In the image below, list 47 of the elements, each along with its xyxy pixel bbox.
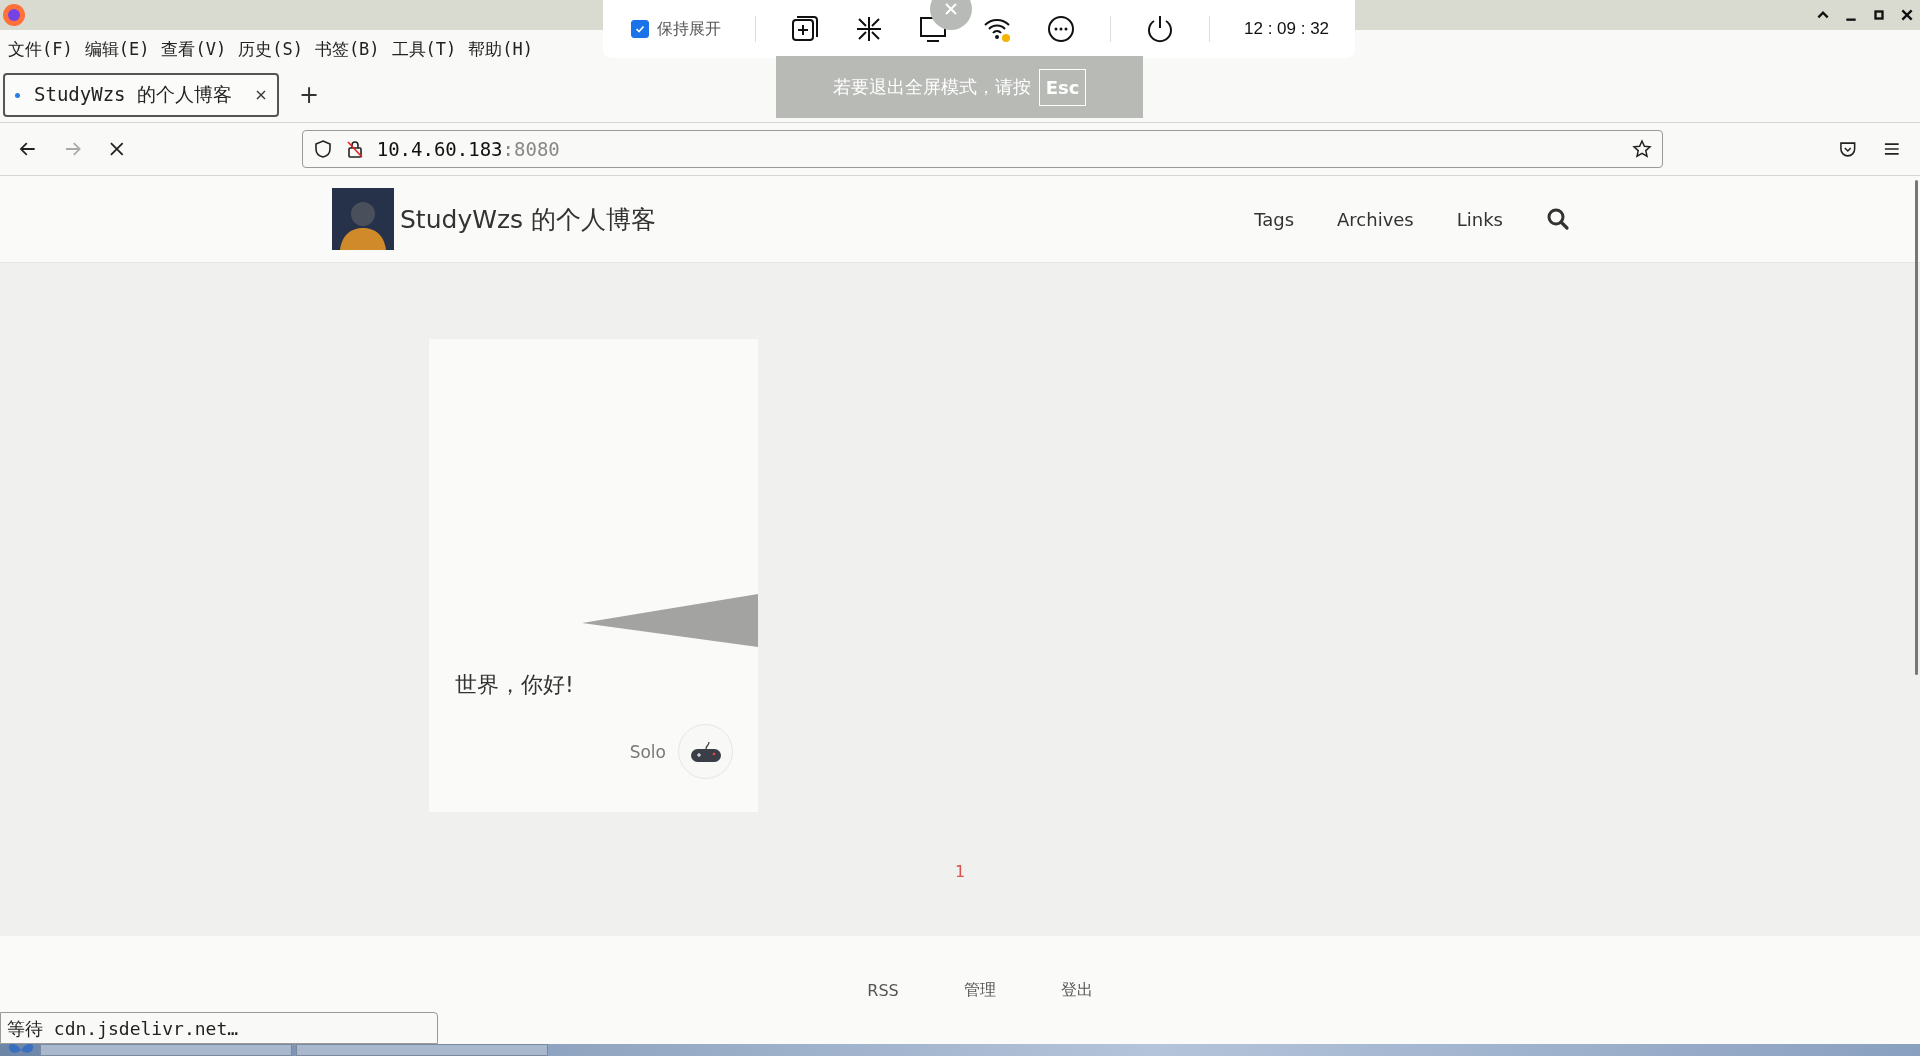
menu-item[interactable]: 帮助(H) [468, 37, 534, 61]
insecure-lock-icon [344, 139, 365, 159]
browser-tab[interactable]: StudyWzs 的个人博客 [3, 73, 279, 117]
close-icon [943, 1, 959, 17]
gamepad-icon [689, 740, 722, 763]
address-bar[interactable]: 10.4.60.183:8080 [301, 130, 1663, 168]
shield-icon [312, 139, 333, 159]
menu-item[interactable]: 编辑(E) [84, 37, 150, 61]
footer-link[interactable]: 登出 [1060, 979, 1093, 1001]
menu-item[interactable]: 历史(S) [238, 37, 303, 61]
nav-link[interactable]: Archives [1337, 208, 1414, 230]
browser-logo-icon [2, 3, 26, 27]
maximize-icon[interactable] [1872, 8, 1886, 22]
url-text: 10.4.60.183:8080 [376, 138, 561, 160]
status-text: 等待 cdn.jsdelivr.net… [0, 1012, 438, 1044]
menu-item[interactable]: 工具(T) [391, 37, 457, 61]
nav-link[interactable]: Tags [1254, 208, 1294, 230]
menu-item[interactable]: 文件(F) [8, 37, 73, 61]
esc-key: Esc [1038, 68, 1087, 106]
avatar-icon [332, 188, 394, 250]
clock-time: 12 : 09 : 32 [1244, 19, 1330, 39]
author-name[interactable]: Solo [629, 741, 666, 762]
add-window-icon[interactable] [790, 14, 820, 44]
menu-item[interactable]: 查看(V) [161, 37, 227, 61]
footer-link[interactable]: RSS [867, 980, 899, 1000]
pocket-icon[interactable] [1837, 139, 1858, 159]
blog-title[interactable]: StudyWzs 的个人博客 [400, 202, 656, 236]
search-icon[interactable] [1546, 207, 1570, 231]
footer-link[interactable]: 管理 [963, 979, 996, 1001]
tab-title: StudyWzs 的个人博客 [34, 82, 233, 107]
more-icon[interactable] [1046, 14, 1076, 44]
new-tab-button[interactable]: + [293, 81, 326, 109]
close-icon[interactable] [255, 89, 267, 101]
check-icon [634, 23, 646, 35]
menu-item[interactable]: 书签(B) [314, 37, 380, 61]
shrink-icon[interactable] [854, 14, 884, 44]
nav-link[interactable]: Links [1456, 208, 1503, 230]
close-icon[interactable] [1900, 8, 1914, 22]
power-icon[interactable] [1145, 14, 1175, 44]
notice-text: 若要退出全屏模式，请按 [832, 75, 1031, 99]
star-icon[interactable] [1631, 139, 1652, 159]
checkbox-label: 保持展开 [657, 18, 721, 40]
checkbox[interactable] [631, 20, 649, 38]
post-card[interactable]: 世界，你好! Solo [429, 339, 758, 812]
keep-expanded-checkbox[interactable]: 保持展开 [631, 18, 721, 40]
butterfly-icon[interactable] [6, 1042, 36, 1056]
post-title[interactable]: 世界，你好! [455, 670, 758, 700]
